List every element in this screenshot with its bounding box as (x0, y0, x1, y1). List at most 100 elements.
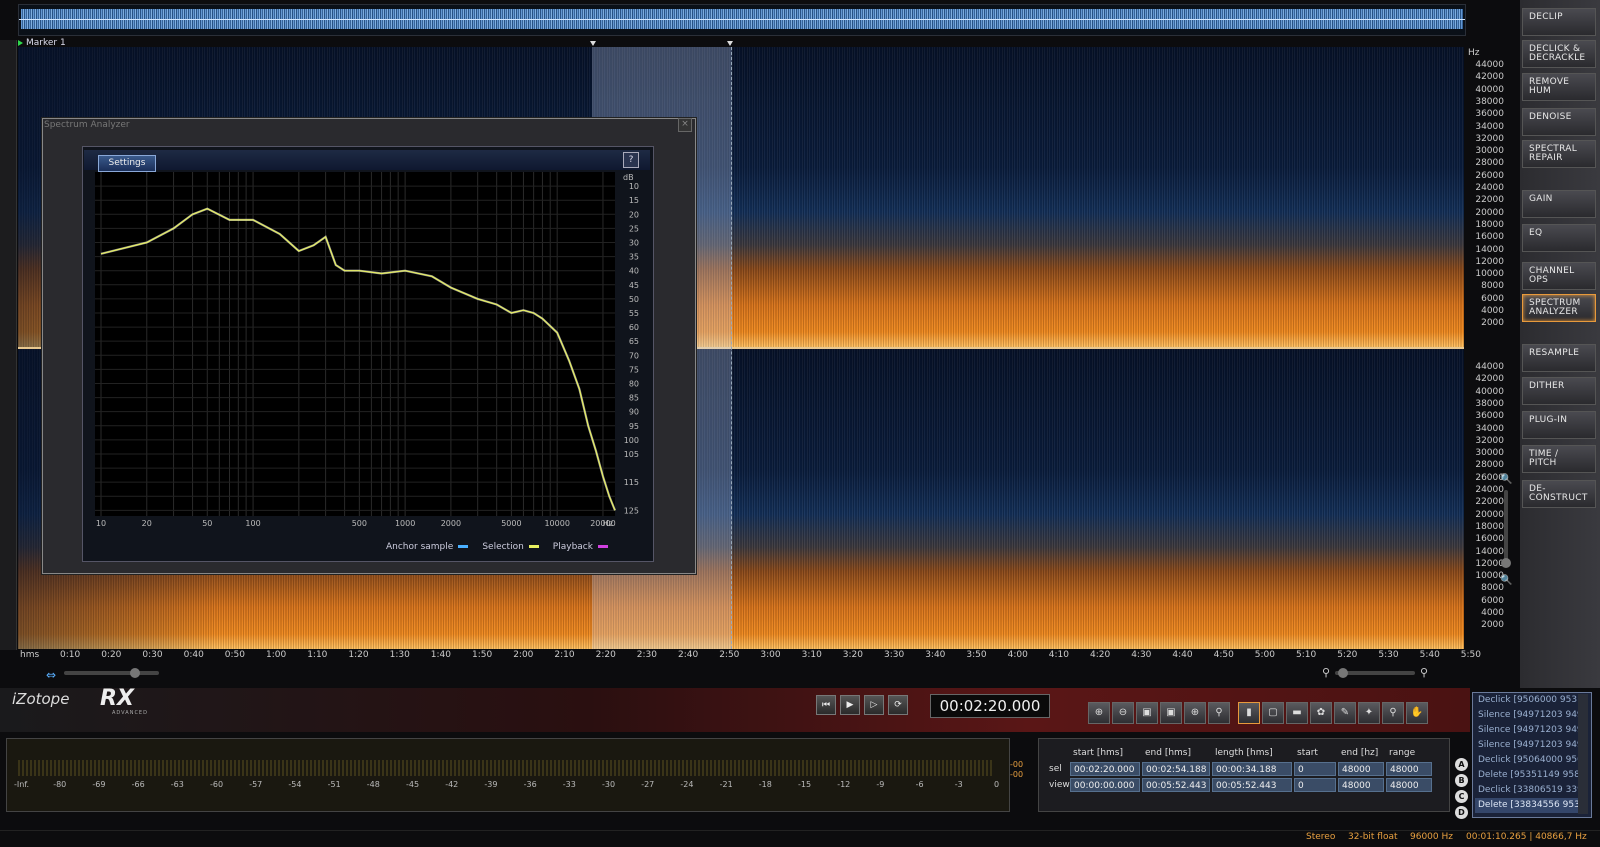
history-item[interactable]: Silence [94971203 9497 (1475, 708, 1579, 723)
db-tick-label: 25 (629, 224, 639, 233)
play-selection-icon[interactable]: ▷ (864, 695, 884, 715)
time-tick-label: 4:10 (1048, 650, 1070, 660)
selection-field[interactable]: 48000 (1386, 762, 1432, 776)
vertical-zoom-thumb[interactable] (1501, 558, 1511, 568)
history-item[interactable]: Silence [94971203 9497 (1475, 738, 1579, 753)
analyzer-toolbar (84, 150, 650, 170)
history-item[interactable]: Declick [9506000 953 (1475, 693, 1579, 708)
history-item[interactable]: Declick [95064000 9506 (1475, 753, 1579, 768)
vertical-zoom-track[interactable] (1504, 490, 1508, 560)
module-button-resample[interactable]: RESAMPLE (1522, 344, 1596, 372)
selection-field[interactable]: 00:00:00.000 (1070, 778, 1140, 792)
undo-slot-c[interactable]: C (1455, 790, 1468, 803)
scroll-arrows-icon[interactable]: ⇔ (46, 668, 56, 682)
history-list[interactable]: Declick [9506000 953 Silence [94971203 94… (1472, 692, 1592, 818)
rewind-icon[interactable]: ⏮ (816, 695, 836, 715)
zoom-in-icon[interactable]: ⊕ (1088, 702, 1110, 724)
selection-header: end [hms] (1145, 748, 1191, 758)
box-select-icon[interactable]: ▢ (1262, 702, 1284, 724)
history-item[interactable]: Silence [94971203 9497 (1475, 723, 1579, 738)
lasso-icon[interactable]: ✿ (1310, 702, 1332, 724)
module-button-spectral-repair[interactable]: SPECTRAL REPAIR (1522, 140, 1596, 168)
module-button-dither[interactable]: DITHER (1522, 377, 1596, 405)
freq-select-icon[interactable]: ▬ (1286, 702, 1308, 724)
hand-icon[interactable]: ✋ (1406, 702, 1428, 724)
horizontal-scroll-thumb[interactable] (130, 668, 140, 678)
db-tick-label: 75 (629, 365, 639, 374)
module-button-denoise[interactable]: DENOISE (1522, 108, 1596, 136)
brush-icon[interactable]: ✎ (1334, 702, 1356, 724)
selection-field[interactable]: 00:05:52.443 (1142, 778, 1210, 792)
zoom-out-icon[interactable]: ⊖ (1112, 702, 1134, 724)
history-item[interactable]: Delete [33834556 9539 (1475, 798, 1579, 813)
selection-field[interactable]: 00:02:20.000 (1070, 762, 1140, 776)
selection-field[interactable]: 48000 (1386, 778, 1432, 792)
time-ruler[interactable]: hms 0:10 0:20 0:30 0:40 0:50 1:00 1:10 1:20 1:30 1… (18, 650, 1481, 664)
module-button-de-construct[interactable]: DE-CONSTRUCT (1522, 480, 1596, 508)
selection-header: length [hms] (1215, 748, 1273, 758)
freq-tick-label: 24000 (1475, 485, 1504, 495)
spectrum-plot[interactable]: dB10152025303540455055606570758085909510… (95, 172, 645, 544)
selection-field[interactable]: 0 (1294, 762, 1336, 776)
time-select-icon[interactable]: ▮ (1238, 702, 1260, 724)
meter-scale-label: -33 (562, 780, 576, 789)
selection-field[interactable]: 00:05:52.443 (1212, 778, 1292, 792)
time-tick-label: 0:50 (224, 650, 246, 660)
help-button[interactable]: ? (623, 152, 639, 168)
selection-field[interactable]: 48000 (1338, 778, 1384, 792)
selection-field[interactable]: 48000 (1338, 762, 1384, 776)
settings-button[interactable]: Settings (98, 155, 156, 172)
play-icon[interactable]: ▶ (840, 695, 860, 715)
zoom-selection-icon[interactable]: ▣ (1136, 702, 1158, 724)
horizontal-zoom-thumb[interactable] (1338, 668, 1348, 678)
selection-start-handle[interactable] (590, 41, 596, 46)
freq-tick-label: 2000 (1481, 318, 1504, 329)
freq-tick-label: 12000 (1475, 256, 1504, 267)
undo-slot-b[interactable]: B (1455, 774, 1468, 787)
undo-slot-d[interactable]: D (1455, 806, 1468, 819)
module-button-declip[interactable]: DECLIP (1522, 8, 1596, 36)
selection-field[interactable]: 0 (1294, 778, 1336, 792)
time-tick-label: 4:50 (1213, 650, 1234, 660)
marker-flag-icon[interactable] (18, 40, 23, 46)
time-tick-label: 4:00 (1007, 650, 1028, 660)
loop-icon[interactable]: ⟳ (888, 695, 908, 715)
close-icon[interactable]: × (678, 118, 692, 132)
module-button-channel-ops[interactable]: CHANNEL OPS (1522, 262, 1596, 290)
freq-tick-label: 20 (142, 519, 152, 528)
history-item[interactable]: Delete [95351149 9585 (1475, 768, 1579, 783)
magnifier-icon[interactable]: ⚲ (1382, 702, 1404, 724)
horizontal-scroll-track[interactable] (64, 671, 159, 675)
selection-field[interactable]: 00:00:34.188 (1212, 762, 1292, 776)
history-item[interactable]: Declick [33806519 3393 (1475, 783, 1579, 798)
db-tick-label: 115 (624, 478, 639, 487)
vertical-zoom-in-icon[interactable]: 🔍 (1500, 474, 1512, 485)
zoom-fit-icon[interactable]: ▣ (1160, 702, 1182, 724)
history-scrollbar[interactable] (1578, 694, 1588, 814)
module-button-spectrum-analyzer[interactable]: SPECTRUM ANALYZER (1522, 294, 1596, 322)
legend-label: Selection (482, 542, 524, 552)
module-button-plug-in[interactable]: PLUG-IN (1522, 411, 1596, 439)
module-button-time-pitch[interactable]: TIME / PITCH (1522, 445, 1596, 473)
module-button-remove-hum[interactable]: REMOVE HUM (1522, 73, 1596, 101)
time-tick-label: 3:50 (966, 650, 987, 660)
overview-waveform[interactable] (18, 4, 1466, 36)
db-tick-label: 20 (629, 210, 639, 219)
meter-scale-label: -51 (327, 780, 341, 789)
module-button-gain[interactable]: GAIN (1522, 190, 1596, 218)
undo-slot-a[interactable]: A (1455, 758, 1468, 771)
zoom-out-time-icon[interactable]: ⚲ (1322, 666, 1330, 679)
freq-tick-label: 22000 (1475, 497, 1504, 508)
db-tick-label: 50 (629, 295, 639, 304)
brand-name: iZotope (12, 690, 70, 708)
wand-icon[interactable]: ✦ (1358, 702, 1380, 724)
zoom-in-time-icon[interactable]: ⚲ (1420, 666, 1428, 679)
zoom-reset-icon[interactable]: ⚲ (1208, 702, 1230, 724)
selection-end-handle[interactable] (727, 41, 733, 46)
module-button-declick-decrackle[interactable]: DECLICK & DECRACKLE (1522, 40, 1596, 68)
legend-swatch (458, 545, 469, 548)
zoom-freq-icon[interactable]: ⊕ (1184, 702, 1206, 724)
module-button-eq[interactable]: EQ (1522, 224, 1596, 252)
vertical-zoom-out-icon[interactable]: 🔍 (1500, 575, 1512, 586)
selection-field[interactable]: 00:02:54.188 (1142, 762, 1210, 776)
